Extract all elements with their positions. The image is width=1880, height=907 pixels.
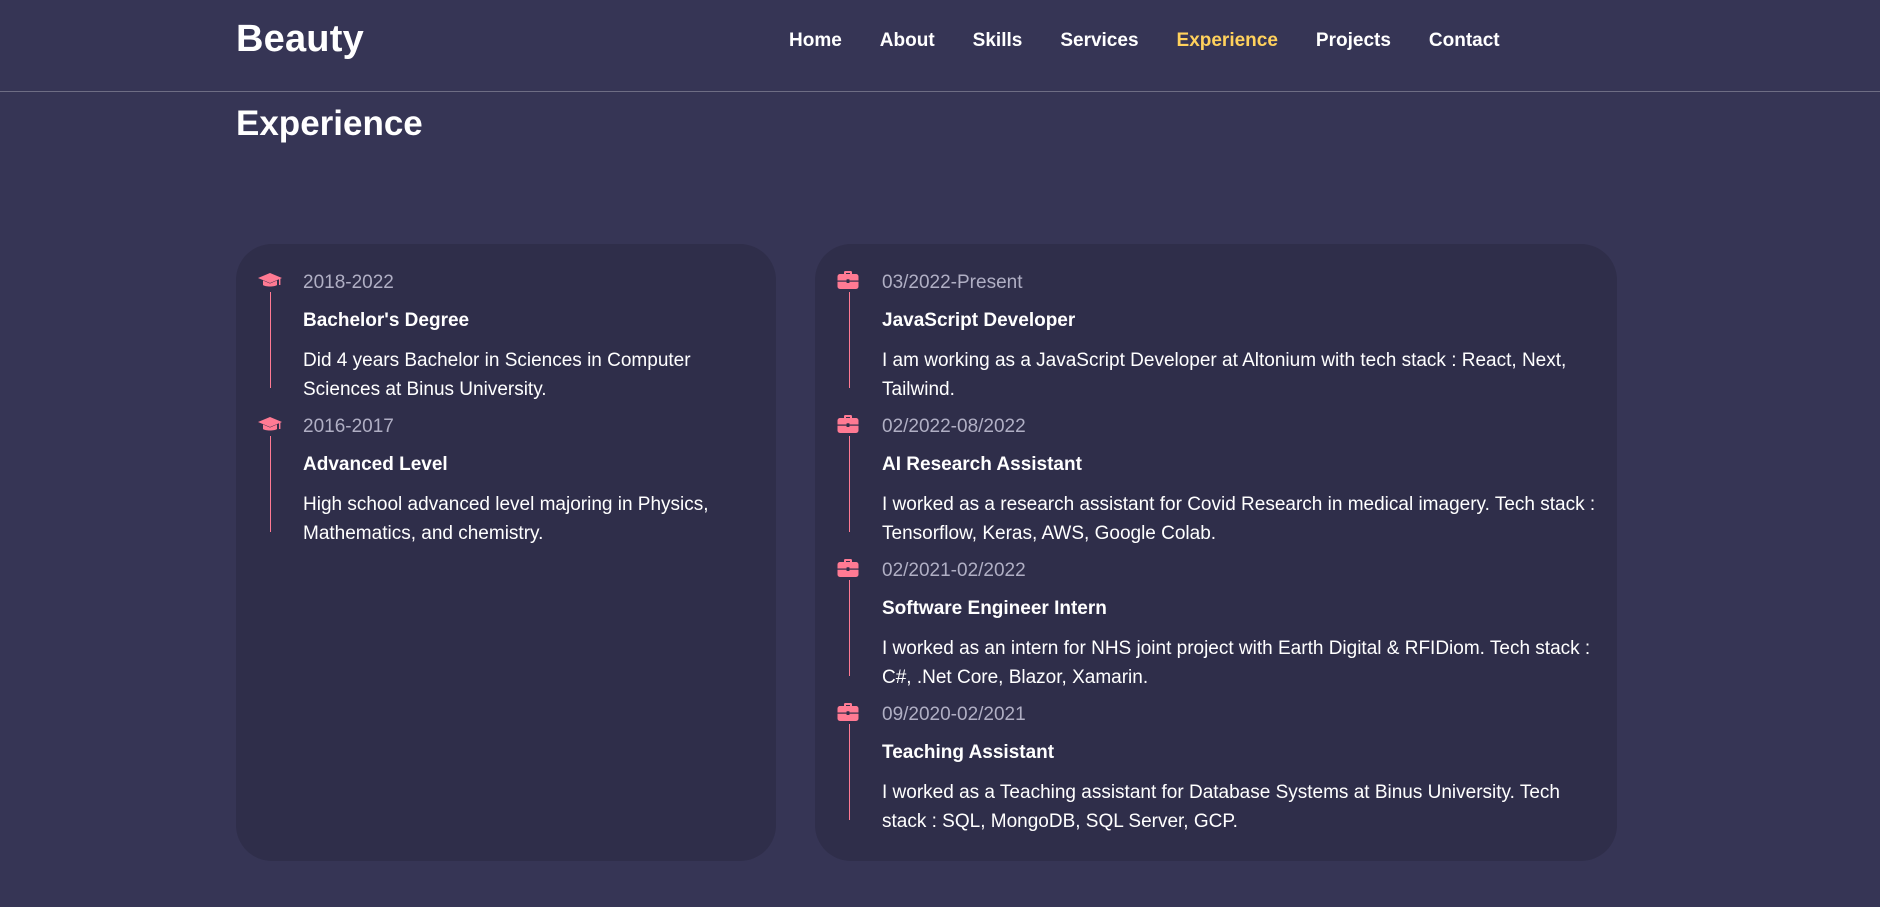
nav-link-home[interactable]: Home xyxy=(789,30,842,52)
education-card: 2018-2022 Bachelor's Degree Did 4 years … xyxy=(236,244,776,861)
briefcase-icon xyxy=(837,558,861,580)
nav-link-services[interactable]: Services xyxy=(1060,30,1138,52)
timeline-line xyxy=(849,580,850,676)
timeline-date: 09/2020-02/2021 xyxy=(882,704,1026,725)
timeline-title: Bachelor's Degree xyxy=(303,310,470,331)
timeline-line xyxy=(849,436,850,532)
timeline-description: High school advanced level majoring in P… xyxy=(303,494,709,544)
timeline-title: AI Research Assistant xyxy=(882,454,1082,475)
timeline-item: 09/2020-02/2021 Teaching Assistant I wor… xyxy=(815,676,1617,832)
timeline-item: 02/2022-08/2022 AI Research Assistant I … xyxy=(815,388,1617,544)
graduation-cap-icon xyxy=(258,414,282,436)
timeline-item: 02/2021-02/2022 Software Engineer Intern… xyxy=(815,532,1617,688)
timeline-line xyxy=(849,724,850,820)
graduation-cap-icon xyxy=(258,270,282,292)
timeline-date: 2018-2022 xyxy=(303,272,394,293)
nav-link-contact[interactable]: Contact xyxy=(1429,30,1500,52)
nav-link-skills[interactable]: Skills xyxy=(973,30,1023,52)
logo[interactable]: Beauty xyxy=(236,18,364,61)
timeline-title: Teaching Assistant xyxy=(882,742,1055,763)
timeline-title: Software Engineer Intern xyxy=(882,598,1107,619)
timeline-title: Advanced Level xyxy=(303,454,448,475)
timeline-date: 02/2022-08/2022 xyxy=(882,416,1026,437)
briefcase-icon xyxy=(837,702,861,724)
timeline-line xyxy=(270,292,271,388)
nav-link-about[interactable]: About xyxy=(880,30,935,52)
work-card: 03/2022-Present JavaScript Developer I a… xyxy=(815,244,1617,861)
timeline-date: 03/2022-Present xyxy=(882,272,1023,293)
nav-link-projects[interactable]: Projects xyxy=(1316,30,1391,52)
nav-link-experience[interactable]: Experience xyxy=(1177,30,1278,52)
timeline-item: 2018-2022 Bachelor's Degree Did 4 years … xyxy=(236,244,776,400)
timeline-item: 2016-2017 Advanced Level High school adv… xyxy=(236,388,776,544)
timeline-date: 2016-2017 xyxy=(303,416,394,437)
timeline-description: I worked as a Teaching assistant for Dat… xyxy=(882,782,1560,832)
navbar: Beauty Home About Skills Services Experi… xyxy=(0,0,1880,92)
nav-menu: Home About Skills Services Experience Pr… xyxy=(789,30,1538,52)
timeline-line xyxy=(270,436,271,532)
section-title: Experience xyxy=(236,104,423,143)
timeline-title: JavaScript Developer xyxy=(882,310,1076,331)
briefcase-icon xyxy=(837,414,861,436)
timeline-item: 03/2022-Present JavaScript Developer I a… xyxy=(815,244,1617,400)
timeline-date: 02/2021-02/2022 xyxy=(882,560,1026,581)
briefcase-icon xyxy=(837,270,861,292)
timeline-line xyxy=(849,292,850,388)
